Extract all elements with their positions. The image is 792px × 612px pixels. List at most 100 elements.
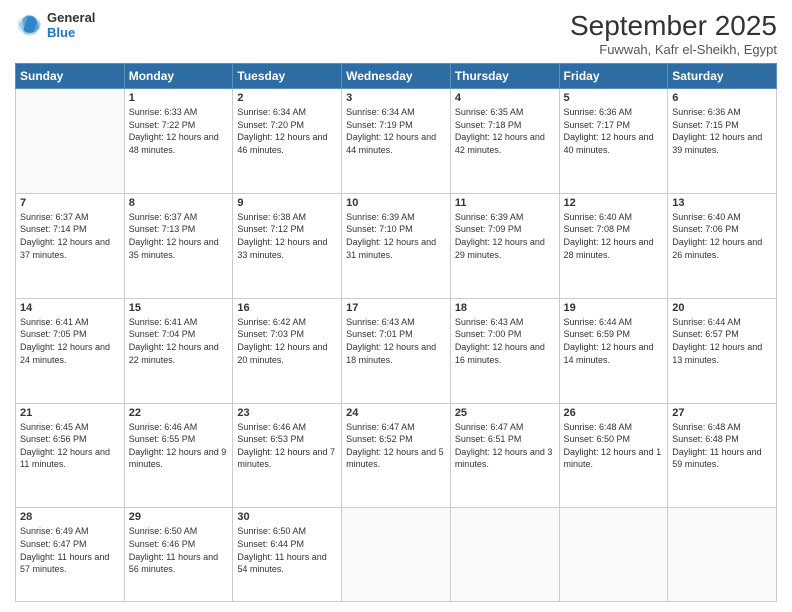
day-number: 5 (564, 92, 664, 104)
table-row: 18Sunrise: 6:43 AMSunset: 7:00 PMDayligh… (450, 298, 559, 403)
day-info: Sunrise: 6:46 AMSunset: 6:55 PMDaylight:… (129, 421, 229, 471)
day-number: 7 (20, 197, 120, 209)
col-sunday: Sunday (16, 64, 125, 89)
table-row: 7Sunrise: 6:37 AMSunset: 7:14 PMDaylight… (16, 193, 125, 298)
table-row: 16 Sunrise: 6:42 AMSunset: 7:03 PMDayligh… (233, 298, 342, 403)
table-row: 5 Sunrise: 6:36 AMSunset: 7:17 PMDaylight… (559, 89, 668, 194)
logo: General Blue (15, 10, 95, 40)
day-info: Sunrise: 6:35 AMSunset: 7:18 PMDaylight:… (455, 106, 555, 156)
table-row: 19 Sunrise: 6:44 AMSunset: 6:59 PMDayligh… (559, 298, 668, 403)
table-row (450, 508, 559, 602)
table-row: 11Sunrise: 6:39 AMSunset: 7:09 PMDayligh… (450, 193, 559, 298)
day-info: Sunrise: 6:49 AMSunset: 6:47 PMDaylight:… (20, 525, 120, 575)
day-info: Sunrise: 6:44 AMSunset: 6:57 PMDaylight:… (672, 316, 772, 366)
table-row: 12Sunrise: 6:40 AMSunset: 7:08 PMDayligh… (559, 193, 668, 298)
col-friday: Friday (559, 64, 668, 89)
calendar-week-row: 28 Sunrise: 6:49 AMSunset: 6:47 PMDayligh… (16, 508, 777, 602)
day-number: 19 (564, 302, 664, 314)
table-row (342, 508, 451, 602)
table-row: 26 Sunrise: 6:48 AMSunset: 6:50 PMDayligh… (559, 403, 668, 508)
table-row: 17 Sunrise: 6:43 AMSunset: 7:01 PMDayligh… (342, 298, 451, 403)
day-number: 12 (564, 197, 664, 209)
day-number: 2 (237, 92, 337, 104)
day-info: Sunrise: 6:36 AMSunset: 7:15 PMDaylight:… (672, 106, 772, 156)
col-tuesday: Tuesday (233, 64, 342, 89)
day-number: 18 (455, 302, 555, 314)
calendar-table: Sunday Monday Tuesday Wednesday Thursday… (15, 63, 777, 602)
day-info: Sunrise: 6:39 AMSunset: 7:10 PMDaylight:… (346, 211, 446, 261)
day-info: Sunrise: 6:40 AMSunset: 7:06 PMDaylight:… (672, 211, 772, 261)
table-row: 15Sunrise: 6:41 AMSunset: 7:04 PMDayligh… (124, 298, 233, 403)
day-info: Sunrise: 6:41 AMSunset: 7:04 PMDaylight:… (129, 316, 229, 366)
table-row: 22Sunrise: 6:46 AMSunset: 6:55 PMDayligh… (124, 403, 233, 508)
day-info: Sunrise: 6:33 AMSunset: 7:22 PMDaylight:… (129, 106, 229, 156)
calendar-week-row: 1 Sunrise: 6:33 AMSunset: 7:22 PMDaylight… (16, 89, 777, 194)
day-info: Sunrise: 6:34 AMSunset: 7:19 PMDaylight:… (346, 106, 446, 156)
day-info: Sunrise: 6:46 AMSunset: 6:53 PMDaylight:… (237, 421, 337, 471)
day-number: 6 (672, 92, 772, 104)
day-info: Sunrise: 6:50 AMSunset: 6:46 PMDaylight:… (129, 525, 229, 575)
day-number: 20 (672, 302, 772, 314)
logo-text: General Blue (47, 10, 95, 40)
table-row: 27 Sunrise: 6:48 AMSunset: 6:48 PMDayligh… (668, 403, 777, 508)
col-monday: Monday (124, 64, 233, 89)
day-info: Sunrise: 6:44 AMSunset: 6:59 PMDaylight:… (564, 316, 664, 366)
day-info: Sunrise: 6:37 AMSunset: 7:13 PMDaylight:… (129, 211, 229, 261)
day-number: 26 (564, 407, 664, 419)
day-info: Sunrise: 6:34 AMSunset: 7:20 PMDaylight:… (237, 106, 337, 156)
day-info: Sunrise: 6:45 AMSunset: 6:56 PMDaylight:… (20, 421, 120, 471)
day-info: Sunrise: 6:47 AMSunset: 6:52 PMDaylight:… (346, 421, 446, 471)
table-row: 1 Sunrise: 6:33 AMSunset: 7:22 PMDaylight… (124, 89, 233, 194)
table-row: 20 Sunrise: 6:44 AMSunset: 6:57 PMDayligh… (668, 298, 777, 403)
day-number: 10 (346, 197, 446, 209)
month-title: September 2025 (570, 10, 777, 42)
day-number: 27 (672, 407, 772, 419)
table-row: 21 Sunrise: 6:45 AMSunset: 6:56 PMDayligh… (16, 403, 125, 508)
day-number: 8 (129, 197, 229, 209)
page: General Blue September 2025 Fuwwah, Kafr… (0, 0, 792, 612)
table-row (16, 89, 125, 194)
day-number: 17 (346, 302, 446, 314)
table-row: 30 Sunrise: 6:50 AMSunset: 6:44 PMDayligh… (233, 508, 342, 602)
day-number: 3 (346, 92, 446, 104)
table-row: 14Sunrise: 6:41 AMSunset: 7:05 PMDayligh… (16, 298, 125, 403)
day-number: 29 (129, 511, 229, 523)
table-row: 10 Sunrise: 6:39 AMSunset: 7:10 PMDayligh… (342, 193, 451, 298)
day-number: 4 (455, 92, 555, 104)
day-info: Sunrise: 6:38 AMSunset: 7:12 PMDaylight:… (237, 211, 337, 261)
day-number: 25 (455, 407, 555, 419)
table-row: 9 Sunrise: 6:38 AMSunset: 7:12 PMDaylight… (233, 193, 342, 298)
logo-icon (15, 11, 43, 39)
day-number: 21 (20, 407, 120, 419)
day-info: Sunrise: 6:48 AMSunset: 6:50 PMDaylight:… (564, 421, 664, 471)
table-row: 28 Sunrise: 6:49 AMSunset: 6:47 PMDayligh… (16, 508, 125, 602)
day-info: Sunrise: 6:42 AMSunset: 7:03 PMDaylight:… (237, 316, 337, 366)
day-number: 1 (129, 92, 229, 104)
table-row: 4 Sunrise: 6:35 AMSunset: 7:18 PMDaylight… (450, 89, 559, 194)
day-number: 9 (237, 197, 337, 209)
day-number: 16 (237, 302, 337, 314)
day-number: 24 (346, 407, 446, 419)
table-row: 13Sunrise: 6:40 AMSunset: 7:06 PMDayligh… (668, 193, 777, 298)
calendar-week-row: 21 Sunrise: 6:45 AMSunset: 6:56 PMDayligh… (16, 403, 777, 508)
day-info: Sunrise: 6:50 AMSunset: 6:44 PMDaylight:… (237, 525, 337, 575)
calendar-week-row: 14Sunrise: 6:41 AMSunset: 7:05 PMDayligh… (16, 298, 777, 403)
col-thursday: Thursday (450, 64, 559, 89)
table-row: 25Sunrise: 6:47 AMSunset: 6:51 PMDayligh… (450, 403, 559, 508)
day-info: Sunrise: 6:41 AMSunset: 7:05 PMDaylight:… (20, 316, 120, 366)
title-block: September 2025 Fuwwah, Kafr el-Sheikh, E… (570, 10, 777, 57)
day-info: Sunrise: 6:36 AMSunset: 7:17 PMDaylight:… (564, 106, 664, 156)
day-info: Sunrise: 6:43 AMSunset: 7:01 PMDaylight:… (346, 316, 446, 366)
location: Fuwwah, Kafr el-Sheikh, Egypt (570, 42, 777, 57)
day-number: 30 (237, 511, 337, 523)
table-row: 8 Sunrise: 6:37 AMSunset: 7:13 PMDaylight… (124, 193, 233, 298)
day-number: 28 (20, 511, 120, 523)
table-row: 29 Sunrise: 6:50 AMSunset: 6:46 PMDayligh… (124, 508, 233, 602)
table-row (559, 508, 668, 602)
day-info: Sunrise: 6:48 AMSunset: 6:48 PMDaylight:… (672, 421, 772, 471)
day-number: 23 (237, 407, 337, 419)
table-row: 3 Sunrise: 6:34 AMSunset: 7:19 PMDaylight… (342, 89, 451, 194)
header: General Blue September 2025 Fuwwah, Kafr… (15, 10, 777, 57)
day-info: Sunrise: 6:39 AMSunset: 7:09 PMDaylight:… (455, 211, 555, 261)
table-row: 23 Sunrise: 6:46 AMSunset: 6:53 PMDayligh… (233, 403, 342, 508)
